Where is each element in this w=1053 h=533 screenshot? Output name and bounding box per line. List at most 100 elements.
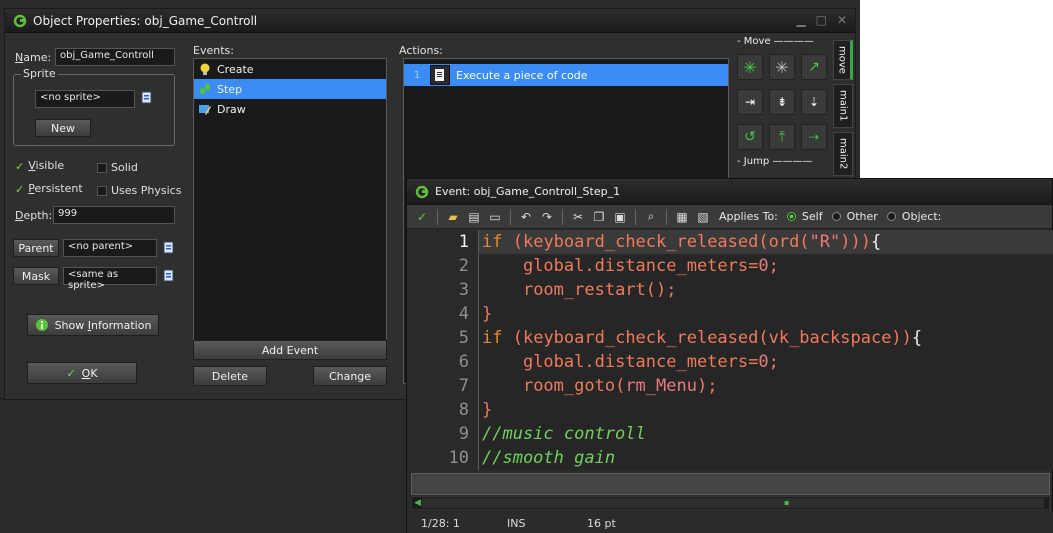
reverse-vertical-icon[interactable]: ⤒ [769, 124, 795, 150]
radio-object-label: Object: [901, 210, 942, 223]
move-towards-icon[interactable]: ↗ [801, 54, 827, 80]
line-number: 9 [458, 424, 469, 444]
sprite-menu-icon[interactable] [141, 91, 153, 105]
object-window-titlebar[interactable]: Object Properties: obj_Game_Controll ▁ □… [5, 9, 855, 33]
event-step[interactable]: Step [194, 79, 386, 99]
window-controls: ▁ □ ✕ [796, 13, 847, 27]
speed-vertical-icon[interactable]: ⇟ [769, 89, 795, 115]
search-icon[interactable]: ⌕ [642, 208, 660, 226]
persistent-checkbox[interactable]: ✓ Persistent [15, 182, 83, 196]
horizontal-scrollbar[interactable]: ◀ ▪ [411, 496, 1050, 510]
parent-field[interactable]: <no parent> [63, 239, 157, 257]
cursor-position: 1/28: 1 [421, 516, 460, 530]
code-status-bar: 1/28: 1 INS 16 pt [407, 512, 1053, 533]
code-editor[interactable]: 1 2 3 4 5 6 7 8 9 10 if (keyboard_check_… [407, 230, 1053, 470]
mask-menu-icon[interactable] [163, 269, 175, 283]
paste-icon[interactable]: ▣ [611, 208, 629, 226]
code-line-8: } [482, 400, 493, 420]
mask-field[interactable]: <same as sprite> [63, 267, 157, 291]
delete-event-button[interactable]: Delete [193, 366, 267, 386]
visible-checkbox[interactable]: ✓ Visible [15, 159, 64, 173]
properties-panel: Name: obj_Game_Controll Sprite <no sprit… [5, 34, 185, 400]
code-toolbar: ✓ ▰ ▤ ▭ ↶ ↷ ✂ ❐ ▣ ⌕ ▦ ▧ Applies To: Self… [407, 205, 1052, 229]
copy-icon[interactable]: ❐ [590, 208, 608, 226]
action-number: 1 [413, 69, 421, 81]
scrollbar-track [422, 498, 1044, 508]
mask-button[interactable]: Mask [13, 267, 59, 285]
action-execute-code[interactable]: 1 Execute a piece of code [404, 64, 728, 86]
tab-main2[interactable]: main2 [833, 132, 853, 176]
code-line-5: if (keyboard_check_released(vk_backspace… [482, 328, 923, 348]
code-line-7: room_goto(rm_Menu); [522, 376, 718, 396]
scroll-left-icon[interactable]: ◀ [414, 498, 421, 508]
action-label: Execute a piece of code [456, 68, 588, 82]
add-event-button[interactable]: Add Event [193, 340, 387, 360]
show-information-label: Show Information [54, 318, 152, 332]
toolbar-separator [635, 208, 636, 225]
line-number: 2 [458, 256, 469, 276]
gamemaker-logo-icon [415, 185, 429, 198]
uses-physics-label: Uses Physics [111, 184, 182, 197]
close-icon[interactable]: ✕ [837, 13, 847, 27]
event-label: Create [217, 62, 254, 76]
line-number-gutter: 1 2 3 4 5 6 7 8 9 10 [407, 230, 479, 470]
minimize-icon[interactable]: ▁ [796, 13, 805, 27]
ok-checkmark-icon: ✓ [66, 366, 76, 380]
gravity-icon[interactable]: ⇣ [801, 89, 827, 115]
change-event-button[interactable]: Change [313, 366, 387, 386]
toolbar-separator [437, 208, 438, 225]
move-section-label: - Move ———— [737, 36, 814, 47]
redo-icon[interactable]: ↷ [538, 208, 556, 226]
show-information-button[interactable]: Show Information [27, 314, 159, 336]
radio-other-label: Other [846, 210, 878, 223]
tab-main1[interactable]: main1 [833, 84, 853, 128]
line-number: 8 [458, 400, 469, 420]
info-icon [35, 319, 48, 331]
grid-icon[interactable]: ▦ [673, 208, 691, 226]
solid-checkbox[interactable]: Solid [97, 161, 138, 174]
depth-field[interactable]: 999 [53, 206, 175, 224]
confirm-checkmark-icon[interactable]: ✓ [413, 208, 431, 226]
move-fixed-icon[interactable]: ✳ [737, 54, 763, 80]
code-window-titlebar[interactable]: Event: obj_Game_Controll_Step_1 [407, 179, 1052, 205]
name-field[interactable]: obj_Game_Controll [55, 48, 175, 66]
speed-horizontal-icon[interactable]: ⇥ [737, 89, 763, 115]
new-sprite-button[interactable]: New [35, 119, 91, 137]
parent-button[interactable]: Parent [13, 239, 59, 257]
ok-button[interactable]: ✓ OK [27, 362, 137, 384]
event-create[interactable]: Create [194, 59, 386, 79]
events-label: Events: [193, 44, 234, 57]
code-line-3: room_restart(); [522, 280, 677, 300]
checkmark-icon: ✓ [15, 182, 25, 196]
code-line-1: if (keyboard_check_released(ord("R"))){ [482, 232, 882, 252]
code-editor-window: Event: obj_Game_Controll_Step_1 ✓ ▰ ▤ ▭ … [406, 178, 1053, 533]
compile-output-box[interactable] [411, 473, 1050, 495]
sprite-group-label: Sprite [21, 67, 58, 80]
tab-move[interactable]: move [833, 40, 853, 80]
cut-icon[interactable]: ✂ [569, 208, 587, 226]
scrollbar-grip-icon[interactable]: ▪ [784, 498, 789, 507]
radio-object[interactable] [886, 212, 896, 221]
reverse-horizontal-icon[interactable]: ↺ [737, 124, 763, 150]
undo-icon[interactable]: ↶ [517, 208, 535, 226]
sprite-field[interactable]: <no sprite> [35, 90, 135, 108]
radio-other[interactable] [831, 212, 841, 221]
events-list[interactable]: Create Step Draw [193, 58, 387, 354]
uses-physics-checkbox[interactable]: Uses Physics [97, 184, 181, 197]
parent-menu-icon[interactable] [163, 241, 175, 255]
open-folder-icon[interactable]: ▰ [444, 208, 462, 226]
line-number: 7 [458, 376, 469, 396]
unchecked-box-icon [97, 186, 107, 196]
line-number: 5 [458, 328, 469, 348]
radio-self[interactable] [786, 212, 796, 221]
maximize-icon[interactable]: □ [816, 13, 827, 27]
print-icon[interactable]: ▭ [486, 208, 504, 226]
code-line-10: //smooth gain [482, 448, 616, 468]
friction-icon[interactable]: ⇢ [801, 124, 827, 150]
toolbar-separator [666, 208, 667, 225]
event-draw[interactable]: Draw [194, 99, 386, 119]
save-icon[interactable]: ▤ [465, 208, 483, 226]
code-line-6: global.distance_meters=0; [522, 352, 779, 372]
code-page-icon[interactable]: ▧ [694, 208, 712, 226]
move-free-icon[interactable]: ✳ [769, 54, 795, 80]
